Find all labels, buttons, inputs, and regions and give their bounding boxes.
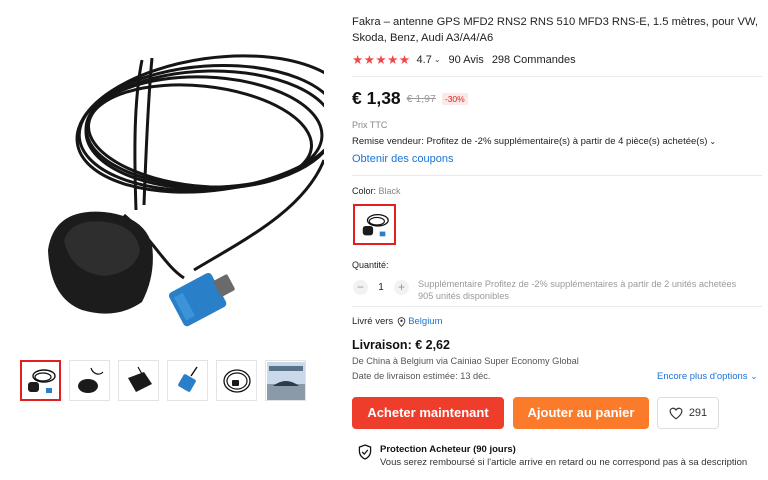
product-title: Fakra – antenne GPS MFD2 RNS2 RNS 510 MF…	[352, 16, 758, 44]
quantity-value[interactable]: 1	[368, 282, 394, 293]
reviews-count[interactable]: 90 Avis	[449, 54, 484, 66]
rating-row: ★★★★★ 4.7 ⌄ 90 Avis 298 Commandes	[352, 52, 576, 67]
price-row: € 1,38 € 1,97 -30%	[352, 88, 468, 109]
rating-score[interactable]: 4.7	[417, 54, 432, 66]
more-options-text: Encore plus d'options	[657, 371, 748, 382]
color-label-text: Color:	[352, 186, 377, 196]
quantity-stepper: − 1 +	[353, 280, 409, 295]
original-price: € 1,97	[406, 92, 436, 105]
delivery-estimate: Date de livraison estimée: 13 déc.	[352, 371, 491, 381]
buy-now-button[interactable]: Acheter maintenant	[352, 397, 504, 429]
heart-icon	[669, 407, 683, 419]
thumbnail-strip	[20, 360, 306, 401]
get-coupons-link[interactable]: Obtenir des coupons	[352, 153, 454, 165]
seller-discount[interactable]: Remise vendeur: Profitez de -2% suppléme…	[352, 136, 716, 147]
wishlist-button[interactable]: 291	[657, 397, 719, 429]
protection-title: Protection Acheteur (90 jours)	[380, 444, 516, 455]
thumbnail-1[interactable]	[20, 360, 61, 401]
quantity-discount-note: Supplémentaire Profitez de -2% supplémen…	[418, 279, 737, 289]
quantity-increase-button[interactable]: +	[394, 280, 409, 295]
rating-stars-icon: ★★★★★	[352, 53, 411, 67]
quantity-decrease-button[interactable]: −	[353, 280, 368, 295]
divider	[352, 306, 762, 307]
color-swatch-image	[362, 213, 389, 236]
color-label: Color: Black	[352, 186, 401, 196]
chevron-down-icon: ⌄	[709, 137, 717, 146]
divider	[352, 175, 762, 176]
deliver-to-label: Livré vers	[352, 316, 394, 327]
current-price: € 1,38	[352, 88, 401, 108]
antenna-puck	[48, 211, 153, 314]
color-option-black[interactable]	[353, 204, 396, 245]
chevron-down-icon[interactable]: ⌄	[434, 55, 441, 64]
chevron-down-icon: ⌄	[750, 371, 758, 381]
color-value: Black	[378, 186, 401, 196]
main-product-image[interactable]	[24, 40, 353, 340]
divider	[352, 76, 762, 77]
shield-check-icon	[358, 444, 372, 460]
gps-antenna-image	[48, 54, 353, 327]
shipping-route: De China à Belgium via Cainiao Super Eco…	[352, 356, 579, 366]
thumbnail-6[interactable]	[265, 360, 306, 401]
buyer-protection: Protection Acheteur (90 jours) Vous sere…	[358, 444, 747, 468]
deliver-country-selector[interactable]: Belgium	[397, 316, 443, 327]
deliver-country: Belgium	[408, 316, 443, 327]
seller-discount-text: Remise vendeur: Profitez de -2% suppléme…	[352, 136, 708, 147]
thumbnail-5[interactable]	[216, 360, 257, 401]
quantity-label: Quantité:	[352, 260, 389, 270]
discount-badge: -30%	[441, 92, 468, 105]
protection-description: Vous serez remboursé si l'article arrive…	[380, 457, 748, 468]
stock-available: 905 unités disponibles	[418, 291, 509, 301]
thumbnail-2[interactable]	[69, 360, 110, 401]
thumbnail-3[interactable]	[118, 360, 159, 401]
quantity-note: Supplémentaire Profitez de -2% supplémen…	[418, 278, 762, 302]
deliver-to: Livré vers Belgium	[352, 316, 443, 327]
wishlist-count: 291	[688, 407, 708, 419]
tax-note: Prix TTC	[352, 120, 388, 130]
orders-count: 298 Commandes	[491, 53, 576, 66]
add-to-cart-button[interactable]: Ajouter au panier	[513, 397, 649, 429]
shipping-cost: Livraison: € 2,62	[352, 338, 450, 352]
more-shipping-options-link[interactable]: Encore plus d'options ⌄	[657, 371, 758, 382]
thumbnail-4[interactable]	[167, 360, 208, 401]
product-gallery	[0, 0, 353, 480]
location-pin-icon	[397, 316, 406, 327]
